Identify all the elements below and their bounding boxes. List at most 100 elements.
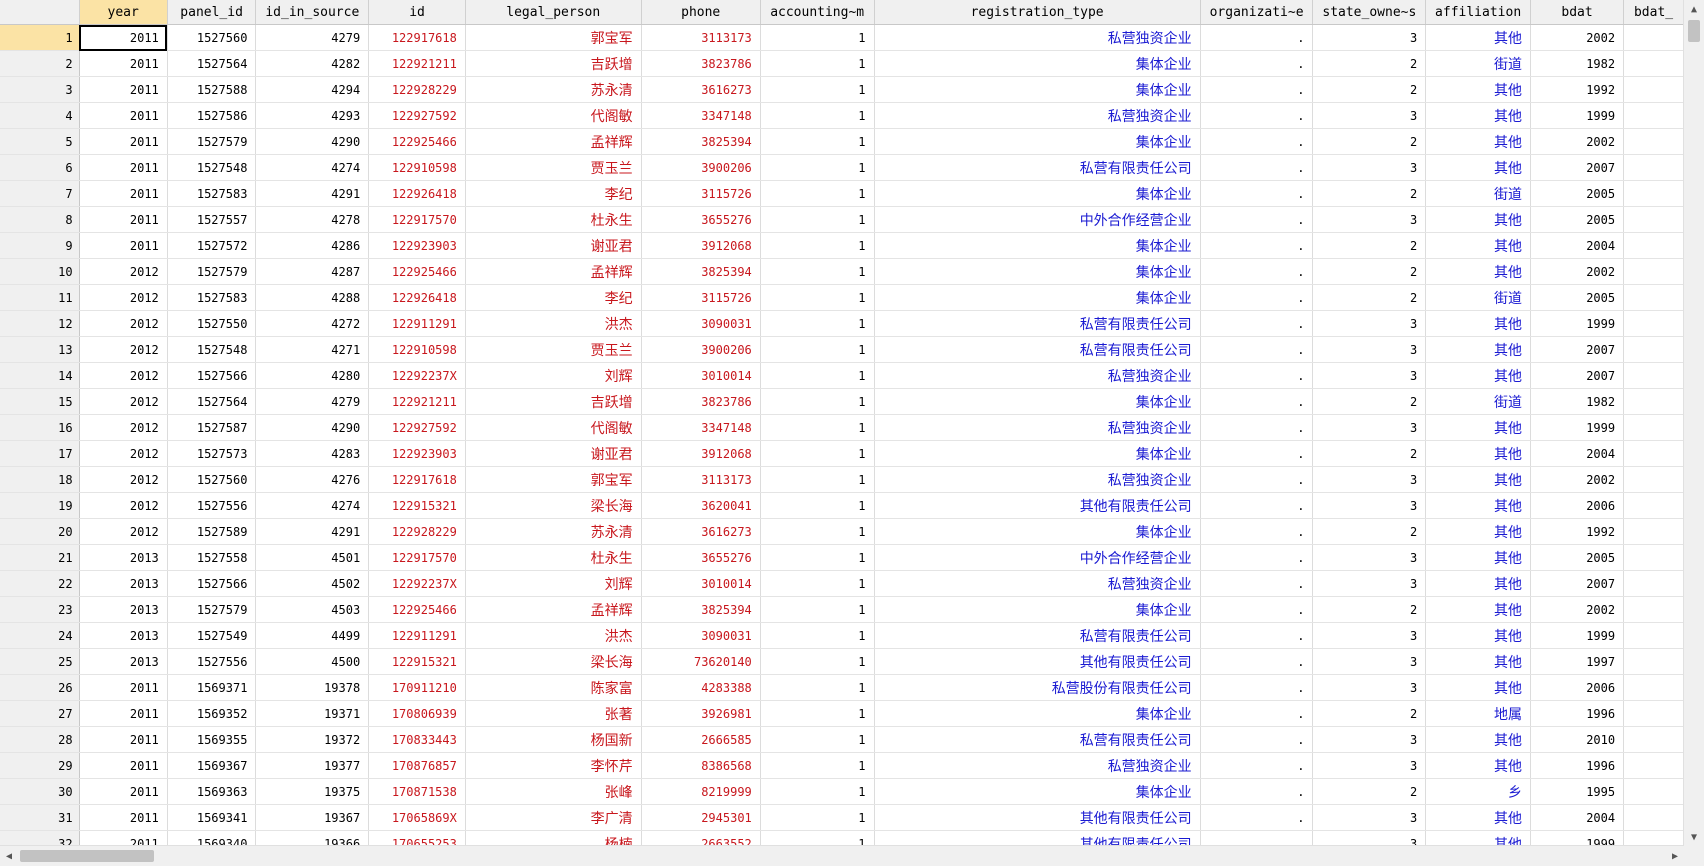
cell-registration-type[interactable]: 集体企业 [874, 284, 1201, 311]
cell-accounting[interactable]: 1 [760, 466, 875, 493]
cell-state-owned[interactable]: 3 [1312, 362, 1427, 389]
cell-id-in-source[interactable]: 4503 [255, 596, 370, 623]
column-header-id-in-source[interactable]: id_in_source [255, 0, 370, 25]
cell-id[interactable]: 12292237X [368, 362, 466, 389]
cell-bdat-extra[interactable] [1623, 24, 1684, 51]
cell-accounting[interactable]: 1 [760, 24, 875, 51]
cell-state-owned[interactable]: 3 [1312, 24, 1427, 51]
cell-accounting[interactable]: 1 [760, 700, 875, 727]
cell-accounting[interactable]: 1 [760, 440, 875, 467]
cell-panel-id[interactable]: 1569340 [167, 830, 257, 846]
cell-state-owned[interactable]: 3 [1312, 648, 1427, 675]
cell-bdat[interactable]: 2002 [1530, 24, 1625, 51]
cell-organization[interactable]: . [1200, 830, 1314, 846]
cell-state-owned[interactable]: 2 [1312, 388, 1427, 415]
cell-id[interactable]: 122926418 [368, 180, 466, 207]
cell-panel-id[interactable]: 1527566 [167, 570, 257, 597]
cell-year[interactable]: 2012 [79, 362, 168, 389]
row-number[interactable]: 19 [0, 492, 80, 519]
cell-panel-id[interactable]: 1527589 [167, 518, 257, 545]
cell-phone[interactable]: 3823786 [641, 50, 761, 77]
column-header-affiliation[interactable]: affiliation [1425, 0, 1531, 25]
cell-id[interactable]: 122917570 [368, 544, 466, 571]
cell-id[interactable]: 122915321 [368, 648, 466, 675]
cell-legal-person[interactable]: 杨国新 [465, 726, 642, 753]
cell-panel-id[interactable]: 1527588 [167, 76, 257, 103]
cell-accounting[interactable]: 1 [760, 804, 875, 831]
table-row[interactable]: 32 2011 1569340 19366 170655253 杨楠 2663552 1 其他有… [0, 830, 1684, 846]
cell-state-owned[interactable]: 3 [1312, 206, 1427, 233]
cell-accounting[interactable]: 1 [760, 76, 875, 103]
cell-id-in-source[interactable]: 4280 [255, 362, 370, 389]
cell-panel-id[interactable]: 1527560 [167, 466, 257, 493]
cell-phone[interactable]: 3616273 [641, 518, 761, 545]
cell-id-in-source[interactable]: 19371 [255, 700, 370, 727]
cell-id-in-source[interactable]: 4271 [255, 336, 370, 363]
cell-id-in-source[interactable]: 4288 [255, 284, 370, 311]
cell-organization[interactable]: . [1200, 154, 1314, 181]
cell-affiliation[interactable]: 其他 [1425, 518, 1531, 545]
cell-bdat[interactable]: 1999 [1530, 830, 1625, 846]
cell-affiliation[interactable]: 其他 [1425, 596, 1531, 623]
cell-year[interactable]: 2013 [79, 648, 168, 675]
row-number[interactable]: 29 [0, 752, 80, 779]
cell-bdat-extra[interactable] [1623, 752, 1684, 779]
cell-organization[interactable]: . [1200, 414, 1314, 441]
cell-bdat-extra[interactable] [1623, 466, 1684, 493]
cell-bdat[interactable]: 2004 [1530, 232, 1625, 259]
cell-bdat-extra[interactable] [1623, 232, 1684, 259]
cell-registration-type[interactable]: 中外合作经营企业 [874, 206, 1201, 233]
table-row[interactable]: 28 2011 1569355 19372 170833443 杨国新 2666585 1 私营… [0, 726, 1684, 753]
row-number[interactable]: 27 [0, 700, 80, 727]
cell-accounting[interactable]: 1 [760, 180, 875, 207]
cell-state-owned[interactable]: 3 [1312, 830, 1427, 846]
cell-panel-id[interactable]: 1527557 [167, 206, 257, 233]
cell-organization[interactable]: . [1200, 232, 1314, 259]
row-number[interactable]: 18 [0, 466, 80, 493]
cell-organization[interactable]: . [1200, 284, 1314, 311]
cell-legal-person[interactable]: 吉跃增 [465, 388, 642, 415]
cell-year[interactable]: 2011 [79, 700, 168, 727]
cell-bdat[interactable]: 1982 [1530, 50, 1625, 77]
scroll-down-icon[interactable]: ▼ [1684, 828, 1704, 846]
cell-affiliation[interactable]: 其他 [1425, 804, 1531, 831]
cell-year[interactable]: 2012 [79, 336, 168, 363]
cell-year[interactable]: 2011 [79, 50, 168, 77]
cell-year[interactable]: 2012 [79, 258, 168, 285]
row-number[interactable]: 1 [0, 24, 80, 51]
cell-phone[interactable]: 3655276 [641, 206, 761, 233]
cell-bdat-extra[interactable] [1623, 648, 1684, 675]
row-number[interactable]: 32 [0, 830, 80, 846]
row-number[interactable]: 21 [0, 544, 80, 571]
cell-year[interactable]: 2011 [79, 726, 168, 753]
cell-phone[interactable]: 3926981 [641, 700, 761, 727]
cell-legal-person[interactable]: 贾玉兰 [465, 336, 642, 363]
cell-registration-type[interactable]: 集体企业 [874, 778, 1201, 805]
cell-bdat-extra[interactable] [1623, 206, 1684, 233]
table-row[interactable]: 22 2013 1527566 4502 12292237X 刘辉 3010014 1 私营独资… [0, 570, 1684, 597]
column-header-bdat-extra[interactable]: bdat_ [1623, 0, 1684, 25]
cell-accounting[interactable]: 1 [760, 128, 875, 155]
cell-registration-type[interactable]: 私营独资企业 [874, 466, 1201, 493]
cell-bdat-extra[interactable] [1623, 544, 1684, 571]
cell-organization[interactable]: . [1200, 206, 1314, 233]
cell-year[interactable]: 2013 [79, 544, 168, 571]
cell-bdat[interactable]: 1992 [1530, 76, 1625, 103]
cell-state-owned[interactable]: 2 [1312, 596, 1427, 623]
cell-panel-id[interactable]: 1527558 [167, 544, 257, 571]
cell-bdat[interactable]: 1995 [1530, 778, 1625, 805]
cell-affiliation[interactable]: 其他 [1425, 310, 1531, 337]
cell-state-owned[interactable]: 2 [1312, 128, 1427, 155]
cell-year[interactable]: 2012 [79, 310, 168, 337]
table-row[interactable]: 11 2012 1527583 4288 122926418 李纪 3115726 1 集体企业… [0, 284, 1684, 311]
cell-bdat-extra[interactable] [1623, 414, 1684, 441]
cell-bdat-extra[interactable] [1623, 830, 1684, 846]
cell-panel-id[interactable]: 1569371 [167, 674, 257, 701]
cell-panel-id[interactable]: 1527579 [167, 128, 257, 155]
table-row[interactable]: 29 2011 1569367 19377 170876857 李怀芹 8386568 1 私营… [0, 752, 1684, 779]
cell-accounting[interactable]: 1 [760, 830, 875, 846]
cell-accounting[interactable]: 1 [760, 648, 875, 675]
cell-legal-person[interactable]: 张峰 [465, 778, 642, 805]
cell-bdat-extra[interactable] [1623, 674, 1684, 701]
cell-bdat[interactable]: 1999 [1530, 310, 1625, 337]
